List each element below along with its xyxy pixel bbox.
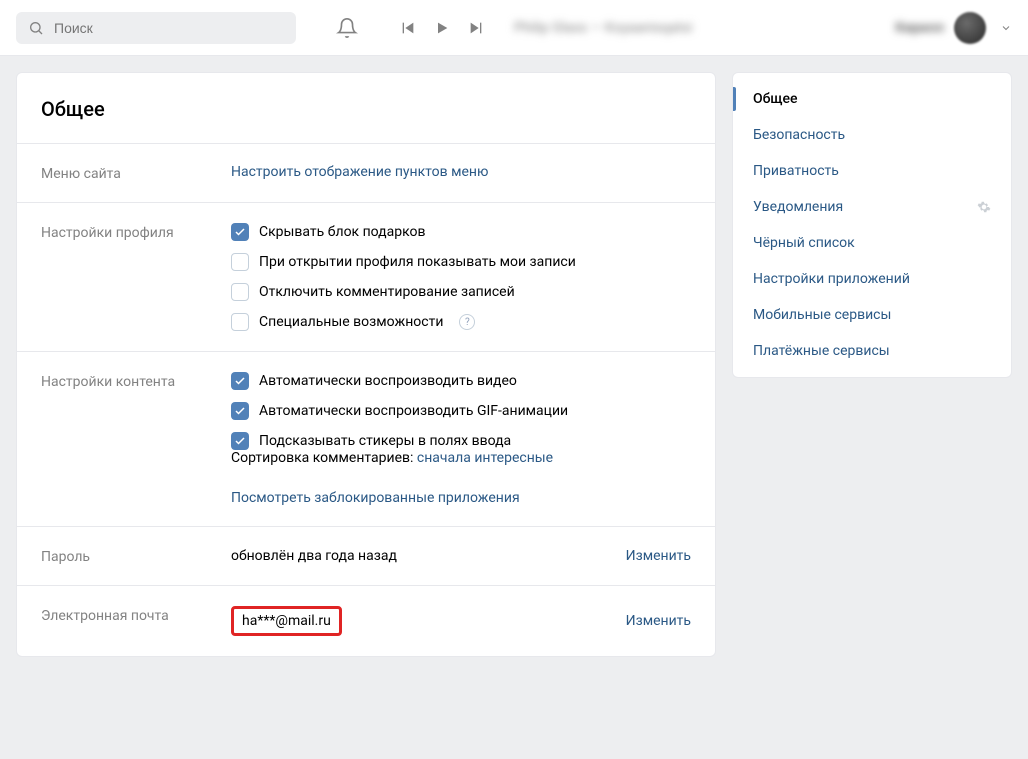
now-playing: Philip Glass — Koyaanisqatsi xyxy=(514,20,692,36)
username: Кирилл xyxy=(895,20,944,36)
checkbox-row[interactable]: Специальные возможности? xyxy=(231,313,691,331)
section-profile-settings: Настройки профиля Скрывать блок подарков… xyxy=(17,202,715,351)
checkbox-unchecked-icon[interactable] xyxy=(231,313,249,331)
sidebar-item-label: Настройки приложений xyxy=(753,271,910,287)
section-email: Электронная почта ha***@mail.ru Изменить xyxy=(17,585,715,656)
help-icon[interactable]: ? xyxy=(459,314,475,330)
sidebar-item[interactable]: Настройки приложений xyxy=(733,261,1011,297)
sidebar-item[interactable]: Мобильные сервисы xyxy=(733,297,1011,333)
section-password: Пароль обновлён два года назад Изменить xyxy=(17,526,715,585)
sidebar-item-label: Приватность xyxy=(753,163,839,179)
password-value: обновлён два года назад xyxy=(231,548,626,564)
chevron-down-icon xyxy=(1000,22,1012,34)
sidebar-item[interactable]: Платёжные сервисы xyxy=(733,333,1011,369)
checkbox-row[interactable]: Автоматически воспроизводить видео xyxy=(231,372,691,390)
next-track-icon[interactable] xyxy=(468,20,484,36)
checkbox-label: При открытии профиля показывать мои запи… xyxy=(259,254,576,270)
search-box[interactable] xyxy=(16,12,296,44)
comment-sort-row: Сортировка комментариев: сначала интерес… xyxy=(231,450,691,466)
sidebar-item-label: Безопасность xyxy=(753,127,845,143)
checkbox-row[interactable]: При открытии профиля показывать мои запи… xyxy=(231,253,691,271)
sort-value-link[interactable]: сначала интересные xyxy=(417,450,553,466)
email-value-highlight: ha***@mail.ru xyxy=(231,606,342,636)
sidebar-item-label: Мобильные сервисы xyxy=(753,307,891,323)
section-label: Электронная почта xyxy=(41,606,211,636)
gear-icon[interactable] xyxy=(977,200,991,214)
section-label: Меню сайта xyxy=(41,164,211,182)
site-menu-config-link[interactable]: Настроить отображение пунктов меню xyxy=(231,164,488,180)
checkbox-checked-icon[interactable] xyxy=(231,223,249,241)
settings-sidebar: Общее Безопасность Приватность Уведомления Ч… xyxy=(732,72,1012,378)
checkbox-checked-icon[interactable] xyxy=(231,432,249,450)
blocked-apps-link[interactable]: Посмотреть заблокированные приложения xyxy=(231,490,520,506)
sidebar-item[interactable]: Приватность xyxy=(733,153,1011,189)
sort-label: Сортировка комментариев: xyxy=(231,450,417,466)
topbar: Philip Glass — Koyaanisqatsi Кирилл xyxy=(0,0,1028,56)
section-label: Настройки контента xyxy=(41,372,211,506)
checkbox-label: Скрывать блок подарков xyxy=(259,224,426,240)
music-controls: Philip Glass — Koyaanisqatsi xyxy=(400,20,692,36)
play-icon[interactable] xyxy=(434,20,450,36)
section-site-menu: Меню сайта Настроить отображение пунктов… xyxy=(17,143,715,202)
sidebar-item-label: Платёжные сервисы xyxy=(753,343,890,359)
checkbox-label: Автоматически воспроизводить видео xyxy=(259,373,517,389)
section-label: Настройки профиля xyxy=(41,223,211,331)
sidebar-item-label: Уведомления xyxy=(753,199,843,215)
sidebar-item[interactable]: Уведомления xyxy=(733,189,1011,225)
sidebar-item-label: Чёрный список xyxy=(753,235,855,251)
checkbox-row[interactable]: Автоматически воспроизводить GIF-анимаци… xyxy=(231,402,691,420)
change-email-link[interactable]: Изменить xyxy=(626,613,691,629)
change-password-link[interactable]: Изменить xyxy=(626,548,691,564)
checkbox-label: Автоматически воспроизводить GIF-анимаци… xyxy=(259,403,568,419)
topbar-user[interactable]: Кирилл xyxy=(895,12,1012,44)
sidebar-item[interactable]: Безопасность xyxy=(733,117,1011,153)
page: Общее Меню сайта Настроить отображение п… xyxy=(0,56,1028,673)
search-icon xyxy=(28,20,44,36)
section-content-settings: Настройки контента Автоматически воспрои… xyxy=(17,351,715,526)
checkbox-row[interactable]: Подсказывать стикеры в полях ввода xyxy=(231,432,691,450)
checkbox-row[interactable]: Отключить комментирование записей xyxy=(231,283,691,301)
topbar-middle: Philip Glass — Koyaanisqatsi xyxy=(336,17,692,39)
checkbox-checked-icon[interactable] xyxy=(231,402,249,420)
checkbox-row[interactable]: Скрывать блок подарков xyxy=(231,223,691,241)
sidebar-item[interactable]: Общее xyxy=(733,81,1011,117)
prev-track-icon[interactable] xyxy=(400,20,416,36)
section-label: Пароль xyxy=(41,547,211,565)
checkbox-label: Отключить комментирование записей xyxy=(259,284,515,300)
avatar xyxy=(954,12,986,44)
bell-icon[interactable] xyxy=(336,17,358,39)
checkbox-label: Специальные возможности xyxy=(259,314,443,330)
page-title: Общее xyxy=(17,73,715,143)
checkbox-label: Подсказывать стикеры в полях ввода xyxy=(259,433,511,449)
main-card: Общее Меню сайта Настроить отображение п… xyxy=(16,72,716,657)
checkbox-checked-icon[interactable] xyxy=(231,372,249,390)
sidebar-item[interactable]: Чёрный список xyxy=(733,225,1011,261)
checkbox-unchecked-icon[interactable] xyxy=(231,253,249,271)
checkbox-unchecked-icon[interactable] xyxy=(231,283,249,301)
search-input[interactable] xyxy=(54,20,284,36)
sidebar-item-label: Общее xyxy=(753,91,798,107)
